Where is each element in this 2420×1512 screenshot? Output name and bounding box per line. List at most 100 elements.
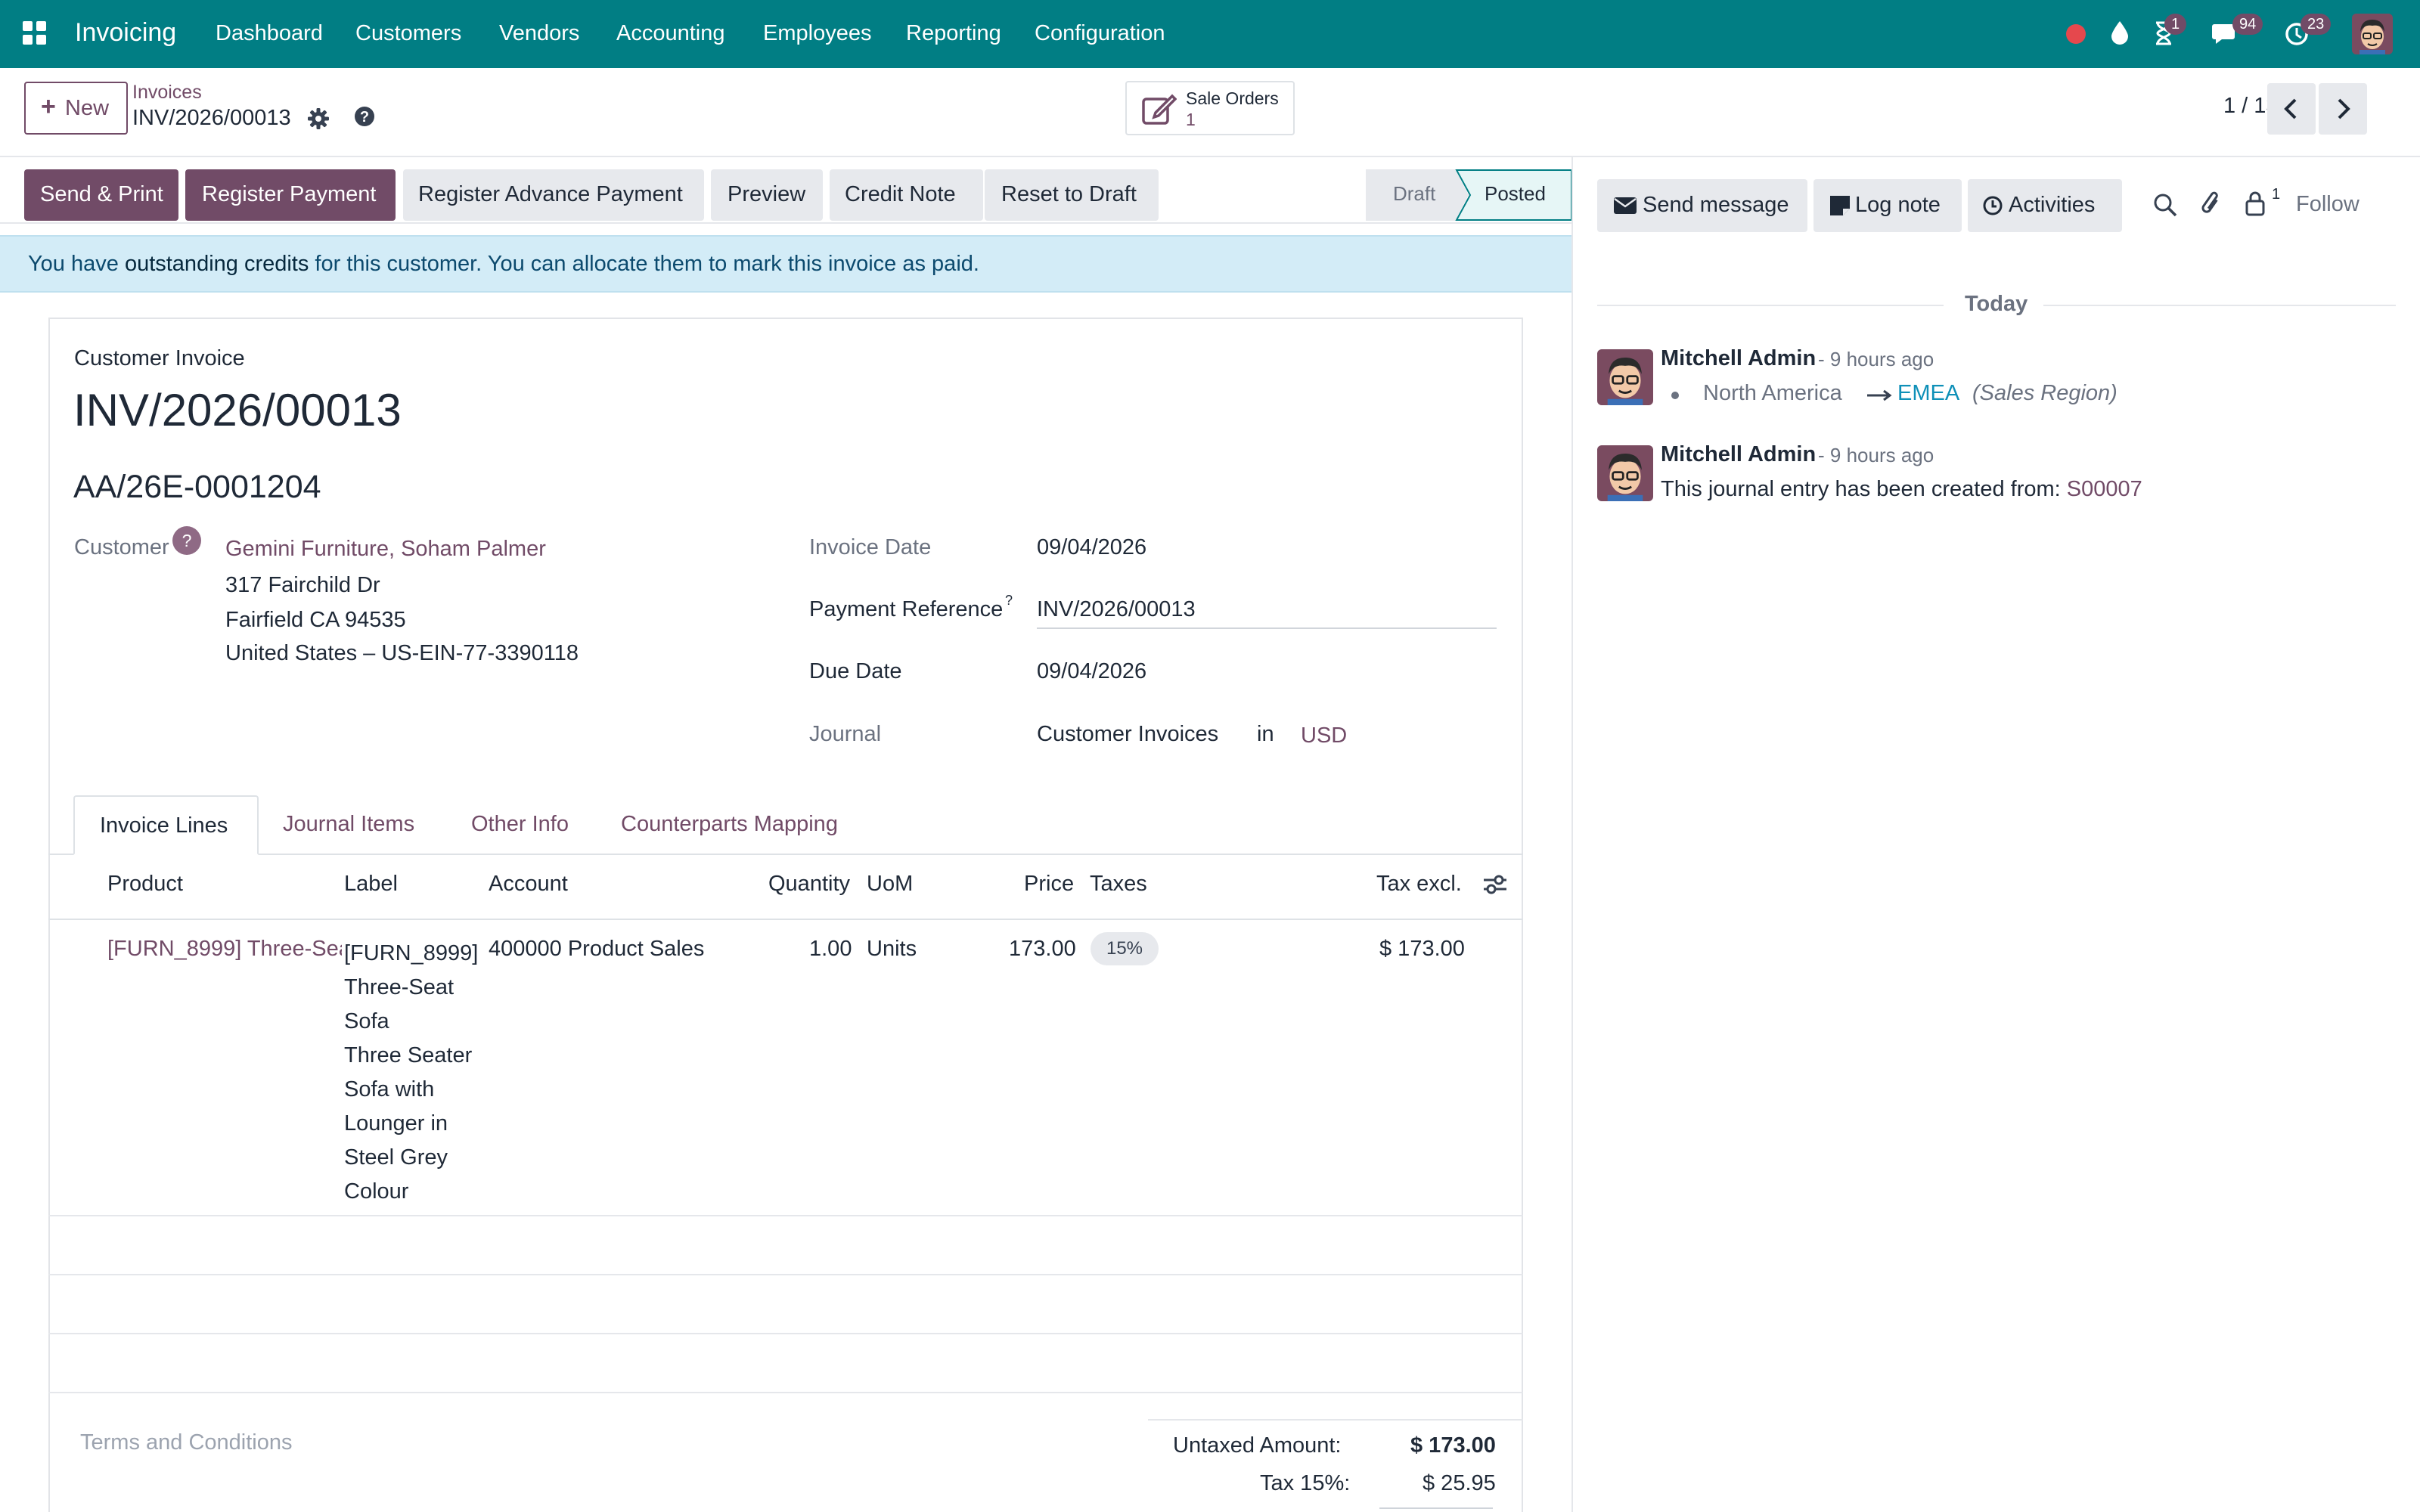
sale-orders-smart-button[interactable]: Sale Orders 1 bbox=[1125, 81, 1295, 135]
tab-invoice-lines[interactable]: Invoice Lines bbox=[73, 795, 259, 855]
totals-separator bbox=[1379, 1507, 1493, 1509]
row-border bbox=[48, 1392, 1523, 1393]
breadcrumb-parent[interactable]: Invoices bbox=[132, 82, 202, 104]
payment-reference-help[interactable]: ? bbox=[1005, 593, 1013, 609]
followers-lock-icon[interactable] bbox=[2245, 191, 2266, 216]
invoice-date-label: Invoice Date bbox=[809, 535, 932, 559]
empty-row[interactable] bbox=[48, 1216, 1523, 1274]
invoice-date-value[interactable]: 09/04/2026 bbox=[1037, 535, 1146, 560]
customer-name-link[interactable]: Gemini Furniture, Soham Palmer bbox=[225, 537, 546, 562]
chatter-message: Mitchell Admin - 9 hours ago North Ameri… bbox=[1597, 346, 2399, 422]
status-dot-icon[interactable] bbox=[2066, 24, 2086, 44]
register-advance-payment-button[interactable]: Register Advance Payment bbox=[403, 169, 704, 221]
activities-button[interactable]: Activities bbox=[1968, 179, 2122, 232]
sale-order-link[interactable]: S00007 bbox=[2067, 477, 2142, 501]
menu-dashboard[interactable]: Dashboard bbox=[216, 21, 323, 46]
col-header-product[interactable]: Product bbox=[107, 872, 183, 897]
tracking-new-value: EMEA bbox=[1897, 381, 1960, 405]
col-header-taxes[interactable]: Taxes bbox=[1090, 872, 1147, 897]
send-message-button[interactable]: Send message bbox=[1597, 179, 1807, 232]
drop-icon[interactable] bbox=[2110, 20, 2130, 45]
author-avatar[interactable] bbox=[1597, 349, 1653, 405]
journal-in-text: in bbox=[1257, 722, 1274, 746]
invoice-reference: AA/26E-0001204 bbox=[73, 469, 321, 505]
tab-other-info[interactable]: Other Info bbox=[471, 812, 569, 837]
empty-row[interactable] bbox=[48, 1334, 1523, 1392]
search-messages-icon[interactable] bbox=[2152, 192, 2178, 218]
row-account[interactable]: 400000 Product Sales bbox=[489, 937, 704, 962]
tax-value: $ 25.95 bbox=[1423, 1471, 1496, 1495]
totals-top-border bbox=[1148, 1419, 1523, 1421]
due-date-value[interactable]: 09/04/2026 bbox=[1037, 659, 1146, 684]
row-tax-badge[interactable]: 15% bbox=[1091, 932, 1159, 965]
message-author[interactable]: Mitchell Admin bbox=[1661, 442, 1816, 467]
user-avatar[interactable] bbox=[2352, 14, 2393, 54]
pager-previous-button[interactable] bbox=[2267, 83, 2316, 135]
help-icon[interactable]: ? bbox=[354, 106, 375, 127]
row-price[interactable]: 173.00 bbox=[1009, 937, 1076, 962]
alert-text: You have outstanding credits for this cu… bbox=[28, 252, 979, 277]
menu-configuration[interactable]: Configuration bbox=[1035, 21, 1165, 46]
row-label-line: Sofa with bbox=[344, 1077, 435, 1101]
outstanding-credits-link[interactable]: outstanding credits bbox=[125, 252, 309, 276]
apps-menu-icon[interactable] bbox=[23, 21, 47, 45]
row-uom[interactable]: Units bbox=[867, 937, 917, 962]
envelope-icon bbox=[1614, 197, 1637, 214]
log-note-button[interactable]: Log note bbox=[1813, 179, 1962, 232]
preview-button[interactable]: Preview bbox=[711, 169, 823, 221]
smart-button-count: 1 bbox=[1186, 110, 1196, 129]
row-quantity[interactable]: 1.00 bbox=[809, 937, 852, 962]
status-posted-label: Posted bbox=[1485, 182, 1546, 205]
col-header-uom[interactable]: UoM bbox=[867, 872, 913, 897]
empty-row[interactable] bbox=[48, 1275, 1523, 1333]
edit-icon bbox=[1142, 93, 1177, 125]
register-payment-button[interactable]: Register Payment bbox=[185, 169, 396, 221]
col-header-price[interactable]: Price bbox=[1024, 872, 1074, 897]
menu-employees[interactable]: Employees bbox=[763, 21, 871, 46]
tracking-field-name: (Sales Region) bbox=[1972, 381, 2118, 405]
new-button[interactable]: + New bbox=[24, 82, 128, 135]
clock-icon bbox=[1983, 196, 2003, 215]
journal-value[interactable]: Customer Invoices bbox=[1037, 722, 1218, 747]
settings-gear-icon[interactable] bbox=[307, 107, 330, 130]
terms-conditions-input[interactable]: Terms and Conditions bbox=[80, 1430, 292, 1455]
table-row[interactable]: [FURN_8999] Three-Sea [FURN_8999] Three-… bbox=[48, 920, 1523, 1215]
log-note-label: Log note bbox=[1855, 193, 1941, 217]
optional-columns-icon[interactable] bbox=[1482, 873, 1508, 896]
col-header-quantity[interactable]: Quantity bbox=[768, 872, 850, 897]
app-name[interactable]: Invoicing bbox=[75, 18, 176, 48]
tab-journal-items[interactable]: Journal Items bbox=[283, 812, 414, 837]
menu-vendors[interactable]: Vendors bbox=[499, 21, 579, 46]
pager-next-button[interactable] bbox=[2319, 83, 2367, 135]
tab-counterparts-mapping[interactable]: Counterparts Mapping bbox=[621, 812, 838, 837]
author-avatar[interactable] bbox=[1597, 445, 1653, 501]
message-time: - 9 hours ago bbox=[1818, 348, 1934, 370]
message-author[interactable]: Mitchell Admin bbox=[1661, 346, 1816, 371]
tracking-old-value: North America bbox=[1703, 381, 1842, 405]
message-time: - 9 hours ago bbox=[1818, 444, 1934, 466]
payment-reference-value: INV/2026/00013 bbox=[1037, 597, 1196, 621]
menu-accounting[interactable]: Accounting bbox=[616, 21, 725, 46]
col-header-account[interactable]: Account bbox=[489, 872, 568, 897]
follow-button[interactable]: Follow bbox=[2296, 192, 2360, 217]
row-label-line: [FURN_8999] bbox=[344, 941, 479, 965]
payment-reference-field[interactable]: INV/2026/00013 bbox=[1037, 588, 1497, 629]
customer-help-icon[interactable]: ? bbox=[172, 526, 201, 555]
send-print-button[interactable]: Send & Print bbox=[24, 169, 178, 221]
form-chatter-divider bbox=[1571, 156, 1573, 1512]
col-header-label[interactable]: Label bbox=[344, 872, 398, 897]
row-label[interactable]: [FURN_8999] Three-Seat Sofa Three Seater… bbox=[344, 937, 478, 1209]
customer-address-line-2: Fairfield CA 94535 bbox=[225, 608, 406, 632]
row-product[interactable]: [FURN_8999] Three-Sea bbox=[107, 937, 342, 962]
reset-to-draft-button[interactable]: Reset to Draft bbox=[985, 169, 1159, 221]
credit-note-button[interactable]: Credit Note bbox=[830, 169, 983, 221]
col-header-tax-excl[interactable]: Tax excl. bbox=[1376, 872, 1462, 897]
register-advance-payment-label: Register Advance Payment bbox=[418, 182, 683, 206]
menu-reporting[interactable]: Reporting bbox=[906, 21, 1001, 46]
menu-customers[interactable]: Customers bbox=[355, 21, 461, 46]
attachment-paperclip-icon[interactable] bbox=[2199, 189, 2223, 218]
chevron-right-icon bbox=[2338, 98, 2350, 119]
currency-link[interactable]: USD bbox=[1301, 723, 1347, 748]
payment-reference-label: Payment Reference bbox=[809, 597, 1004, 621]
row-tax-label: 15% bbox=[1106, 938, 1143, 959]
